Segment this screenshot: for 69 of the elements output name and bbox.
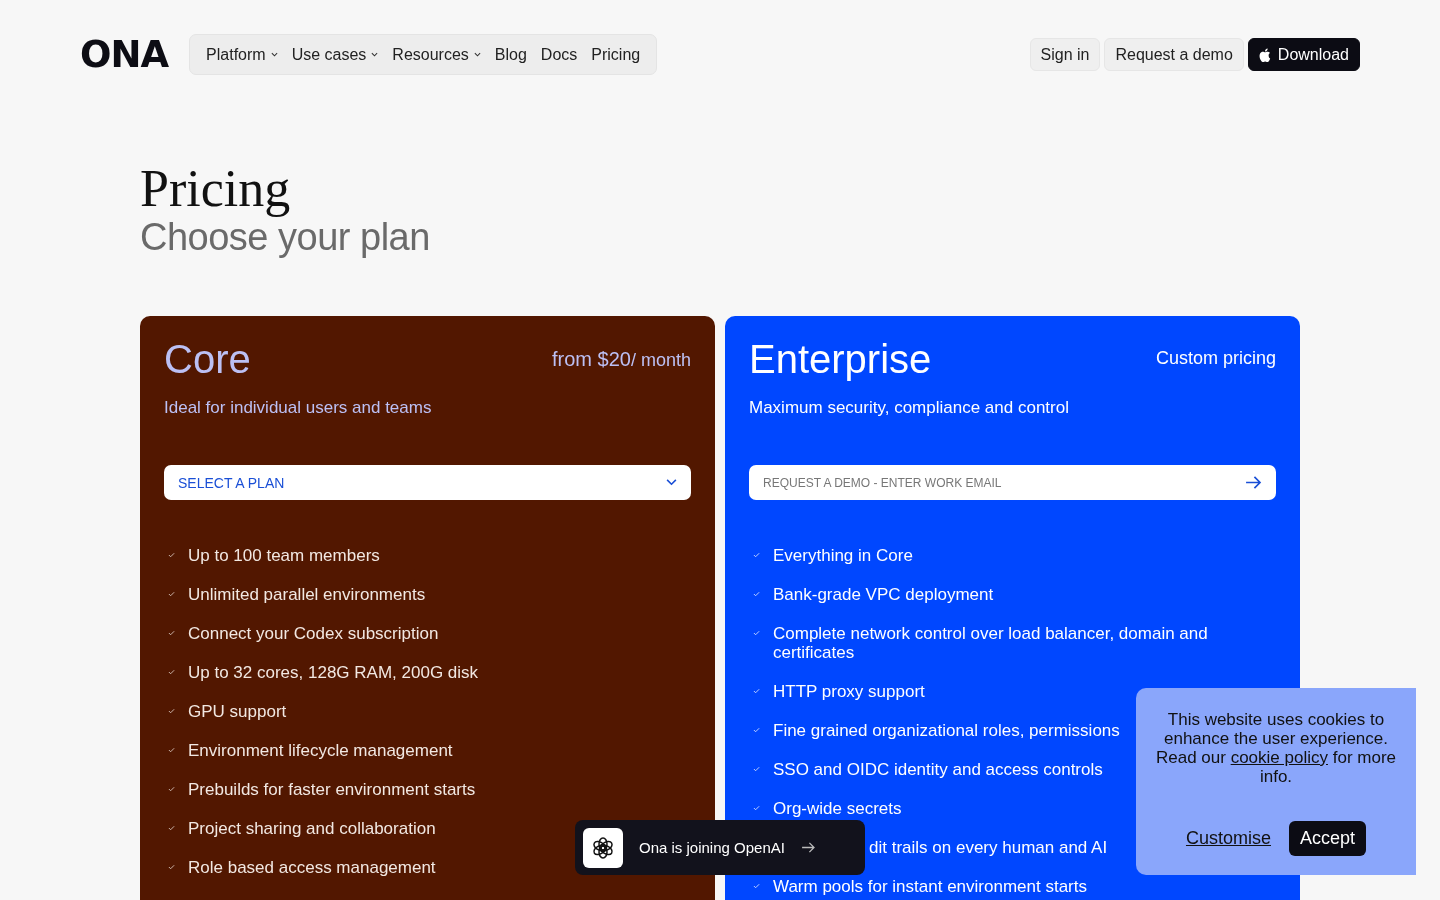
nav-link[interactable]: Platform <box>206 45 278 64</box>
feature-text: Unlimited parallel environments <box>188 585 426 604</box>
nav-link[interactable]: Use cases <box>291 45 379 64</box>
check-icon <box>753 805 760 811</box>
cookie-policy-link[interactable]: cookie policy <box>1230 748 1328 767</box>
check-icon <box>168 786 175 792</box>
check-icon <box>168 630 175 636</box>
feature-text: Up to 32 cores, 128G RAM, 200G disk <box>188 663 479 682</box>
arrow-right-icon <box>800 842 816 853</box>
plan-description: Ideal for individual users and teams <box>164 398 433 418</box>
check-icon <box>168 825 175 831</box>
feature-text: GPU support <box>188 702 287 721</box>
check-icon <box>753 766 760 772</box>
plan-price: Custom pricing <box>1155 348 1276 369</box>
feature-text: Project sharing and collaboration <box>188 819 436 838</box>
check-icon <box>168 747 175 753</box>
plan-select[interactable]: SELECT A PLAN <box>164 465 691 500</box>
email-field[interactable]: REQUEST A DEMO - ENTER WORK EMAIL <box>749 465 1276 500</box>
plan-name: Enterprise <box>749 336 932 382</box>
plan-name: Core <box>164 336 251 382</box>
feature-text: Warm pools for instant environment starts <box>773 877 1087 896</box>
check-icon <box>168 552 175 558</box>
download-button[interactable]: Download <box>1247 38 1360 71</box>
feature-text: Complete network control over load balancer, domain and certificates <box>773 624 1209 662</box>
cookie-message: This website uses cookies to enhance the user experience. Read our cookie policy for more info. <box>1155 710 1397 786</box>
nav-link[interactable]: Pricing <box>591 45 641 64</box>
arrow-right-icon[interactable] <box>1245 476 1262 489</box>
page-subtitle: Choose your plan <box>140 216 431 259</box>
header-button[interactable]: Request a demo <box>1104 38 1244 71</box>
plan-description: Maximum security, compliance and control <box>749 398 1070 418</box>
accept-button[interactable]: Accept <box>1289 821 1367 856</box>
customise-link[interactable]: Customise <box>1185 828 1271 849</box>
knot-logo-icon <box>583 827 623 868</box>
chevron-down-icon <box>666 479 677 486</box>
feature-text: Up to 100 team members <box>188 546 380 565</box>
check-icon <box>753 552 760 558</box>
check-icon <box>168 669 175 675</box>
feature-text: Prebuilds for faster environment starts <box>188 780 476 799</box>
header-button[interactable]: Sign in <box>1029 38 1101 71</box>
feature-text: SSO and OIDC identity and access controls <box>773 760 1103 779</box>
announcement-toast[interactable]: Ona is joining OpenAI <box>575 820 865 875</box>
check-icon <box>168 591 175 597</box>
feature-text: Everything in Core <box>773 546 913 565</box>
check-icon <box>753 591 760 597</box>
feature-text: dit trails on every human and AI <box>869 838 1108 857</box>
caret-icon <box>473 52 481 57</box>
feature-text: HTTP proxy support <box>773 682 925 701</box>
feature-text: Bank-grade VPC deployment <box>773 585 994 604</box>
caret-icon <box>270 52 278 57</box>
feature-text: Role based access management <box>188 858 436 877</box>
feature-text: Environment lifecycle management <box>188 741 453 760</box>
check-icon <box>168 864 175 870</box>
check-icon <box>753 630 760 636</box>
plan-price: from $20/ month <box>552 348 691 371</box>
feature-text: Fine grained organizational roles, permissions <box>773 721 1120 740</box>
nav-link[interactable]: Blog <box>494 45 527 64</box>
toast-text: Ona is joining OpenAI <box>639 839 785 856</box>
apple-icon <box>1258 47 1271 62</box>
check-icon <box>168 708 175 714</box>
feature-text: Connect your Codex subscription <box>188 624 439 643</box>
feature-text: Org-wide secrets <box>773 799 902 818</box>
nav-link[interactable]: Docs <box>540 45 578 64</box>
page-title: Pricing <box>140 163 292 215</box>
check-icon <box>753 883 760 889</box>
check-icon <box>753 727 760 733</box>
logo[interactable]: ONA <box>80 36 169 73</box>
check-icon <box>753 688 760 694</box>
caret-icon <box>371 52 379 57</box>
nav-link[interactable]: Resources <box>392 45 481 64</box>
